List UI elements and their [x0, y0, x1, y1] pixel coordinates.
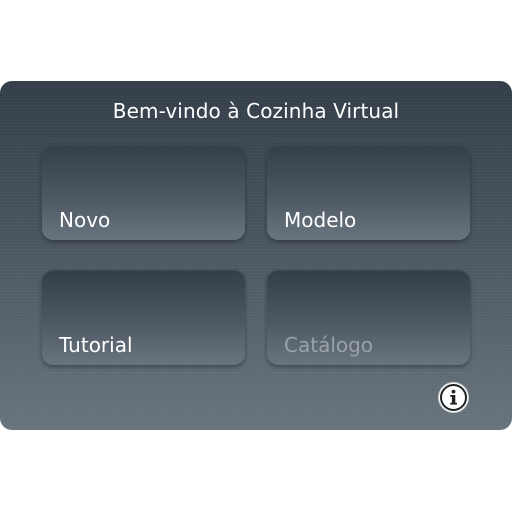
catalog-button: Catálogo — [267, 270, 470, 365]
tutorial-button[interactable]: Tutorial — [42, 270, 245, 365]
info-icon — [440, 384, 467, 411]
catalog-label: Catálogo — [284, 333, 374, 357]
new-project-button[interactable]: Novo — [42, 145, 245, 240]
new-project-label: Novo — [59, 208, 111, 232]
info-button[interactable] — [439, 383, 468, 412]
dialog-title: Bem-vindo à Cozinha Virtual — [112, 99, 400, 123]
template-button[interactable]: Modelo — [267, 145, 470, 240]
welcome-dialog: Bem-vindo à Cozinha Virtual Novo Modelo … — [0, 81, 512, 430]
template-label: Modelo — [284, 208, 357, 232]
tutorial-label: Tutorial — [59, 333, 133, 357]
